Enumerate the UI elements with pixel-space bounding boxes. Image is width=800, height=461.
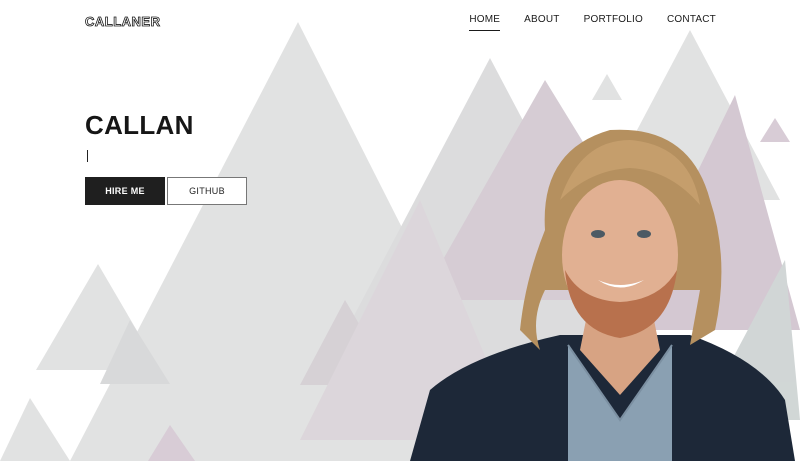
hero-title: CALLAN [85,110,194,140]
main-nav: HOME ABOUT PORTFOLIO CONTACT [469,14,716,31]
hire-me-button[interactable]: HIRE ME [85,177,165,205]
nav-home[interactable]: HOME [469,14,500,31]
nav-portfolio[interactable]: PORTFOLIO [584,14,643,29]
page: CALLANER HOME ABOUT PORTFOLIO CONTACT CA… [0,0,800,461]
site-logo[interactable]: CALLANER [85,14,161,30]
bg-triangle [760,118,790,142]
nav-contact[interactable]: CONTACT [667,14,716,29]
bg-triangle [592,74,622,100]
github-button[interactable]: GITHUB [167,177,247,205]
nav-about[interactable]: ABOUT [524,14,559,29]
hero-background [0,22,800,461]
bg-triangle [0,398,70,461]
typing-cursor [87,150,88,162]
